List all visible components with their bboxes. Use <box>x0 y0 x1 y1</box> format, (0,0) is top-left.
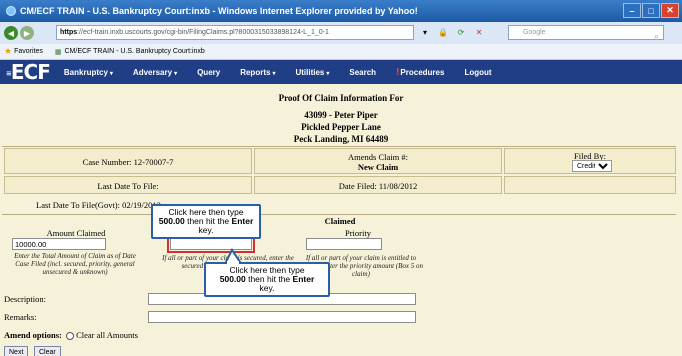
menu-query[interactable]: Query <box>197 68 220 77</box>
page-title: Proof Of Claim Information For <box>278 93 404 103</box>
amends-value: New Claim <box>357 162 399 172</box>
debtor-address-2: Peck Landing, MI 64489 <box>293 134 389 144</box>
debtor-address-1: Pickled Pepper Lane <box>301 122 381 132</box>
url-field[interactable]: https ://ecf-train.inxb.uscourts.gov/cgi… <box>56 25 414 40</box>
amends-claim: Amends Claim #: New Claim <box>254 148 502 174</box>
back-icon[interactable]: ◀ <box>4 26 18 40</box>
window-titlebar: CM/ECF TRAIN - U.S. Bankruptcy Court:inx… <box>0 0 682 22</box>
description-label: Description: <box>4 294 47 304</box>
filed-by-select[interactable]: Creditor <box>572 160 612 172</box>
menu-bankruptcy[interactable]: Bankruptcy ▾ <box>64 68 113 77</box>
menu-search[interactable]: Search <box>349 68 376 77</box>
instruction-callout-bottom: Click here then type 500.00 then hit the… <box>204 262 330 297</box>
next-button[interactable]: Next <box>4 346 29 356</box>
amount-claimed-label: Amount Claimed <box>46 228 106 238</box>
instruction-callout-top: Click here then type 500.00 then hit the… <box>151 204 261 239</box>
claimed-header: Claimed <box>324 216 356 226</box>
favorites-star-icon[interactable]: ★ <box>4 46 12 57</box>
dropdown-icon[interactable]: ▾ <box>418 26 432 39</box>
amount-claimed-input[interactable] <box>12 238 106 250</box>
address-bar: ◀ ▶ https ://ecf-train.inxb.uscourts.gov… <box>0 22 682 44</box>
amend-options-label: Amend options: <box>4 330 62 340</box>
close-button[interactable]: ✕ <box>661 3 679 18</box>
amount-claimed-help: Enter the Total Amount of Claim as of Da… <box>14 252 136 276</box>
clear-all-radio[interactable] <box>65 332 74 341</box>
search-icon[interactable]: ⌕ <box>654 31 659 42</box>
stop-icon[interactable]: ✕ <box>472 26 486 39</box>
remarks-input[interactable] <box>148 311 416 323</box>
url-scheme: https <box>60 29 78 36</box>
menu-procedures[interactable]: !Procedures <box>396 67 444 78</box>
favorites-label[interactable]: Favorites <box>14 48 43 55</box>
empty-cell <box>504 176 676 194</box>
address-tools: ▾ 🔒 ⟳ ✕ <box>418 26 486 39</box>
debtor-name: 43099 - Peter Piper <box>304 110 378 120</box>
page-icon: ▦ <box>54 48 62 56</box>
refresh-icon[interactable]: ⟳ <box>454 26 468 39</box>
menu-logout[interactable]: Logout <box>464 68 491 77</box>
ie-icon <box>6 6 16 16</box>
form-content: Proof Of Claim Information For 43099 - P… <box>0 84 682 356</box>
window-controls: – □ ✕ <box>623 3 679 18</box>
clear-button[interactable]: Clear <box>34 346 61 356</box>
search-input[interactable]: Google ⌕ <box>508 25 664 42</box>
amends-label: Amends Claim #: <box>348 152 408 162</box>
ecf-menubar: ≡ECF Bankruptcy ▾ Adversary ▾ Query Report… <box>0 60 682 84</box>
menu-reports[interactable]: Reports ▾ <box>240 68 275 77</box>
case-number: Case Number: 12-70007-7 <box>4 148 252 174</box>
lock-icon[interactable]: 🔒 <box>436 26 450 39</box>
date-filed: Date Filed: 11/08/2012 <box>254 176 502 194</box>
priority-label: Priority <box>345 228 371 238</box>
url-text: ://ecf-train.inxb.uscourts.gov/cgi-bin/F… <box>77 29 329 36</box>
callout-top-line3: key. <box>198 225 214 235</box>
window-title: CM/ECF TRAIN - U.S. Bankruptcy Court:inx… <box>20 6 418 16</box>
remarks-label: Remarks: <box>4 312 37 322</box>
browser-tab[interactable]: CM/ECF TRAIN - U.S. Bankruptcy Court:inx… <box>65 48 205 55</box>
ecf-logo: ≡ECF <box>6 60 51 84</box>
callout-bottom-line3: key. <box>259 283 275 293</box>
favorites-bar: ★ Favorites ▦ CM/ECF TRAIN - U.S. Bankru… <box>0 44 682 60</box>
maximize-button[interactable]: □ <box>642 3 660 18</box>
minimize-button[interactable]: – <box>623 3 641 18</box>
last-date-to-file: Last Date To File: <box>4 176 252 194</box>
amend-options: Amend options: Clear all Amounts <box>4 330 304 341</box>
menu-adversary[interactable]: Adversary ▾ <box>133 68 177 77</box>
clear-all-label: Clear all Amounts <box>76 330 138 340</box>
search-placeholder: Google <box>523 29 546 36</box>
menu-utilities[interactable]: Utilities ▾ <box>295 68 329 77</box>
forward-icon[interactable]: ▶ <box>20 26 34 40</box>
alert-icon: ! <box>396 66 400 78</box>
priority-amount-input[interactable] <box>306 238 382 250</box>
claim-header: Proof Of Claim Information For 43099 - P… <box>0 84 682 145</box>
